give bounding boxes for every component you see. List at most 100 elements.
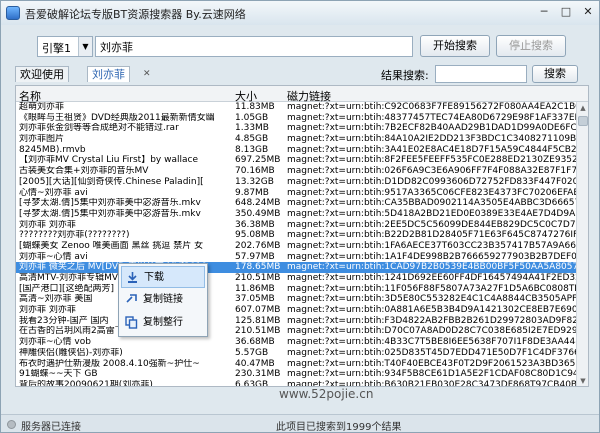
row-magnet-cell: magnet:?xt=urn:btih:F3D4822AB2FBB2B261D2… [287,315,576,326]
table-row[interactable]: 布衣时遇护仕新漫版 2008.4.10强新~护仕~ 40.47MB magnet:?… [16,359,576,370]
table-row[interactable]: 古装美女合集+刘亦菲的音乐MV 70.16MB magnet:?xt=urn:bti… [16,166,576,177]
row-magnet-cell: magnet:?xt=urn:btih:T40F40EBCE43F0T2D9F2… [287,358,576,369]
table-row[interactable]: 高清MTV-刘亦菲专辑MV 210.51MB magnet:?xt=urn:btih… [16,273,576,284]
row-magnet-cell: magnet:?xt=urn:btih:D70C07A8AD0D28C7C038… [287,326,576,337]
row-magnet-cell: magnet:?xt=urn:btih:8F2FEE5FEEFF535FC0E2… [287,155,576,166]
row-magnet-cell: magnet:?xt=urn:btih:B22D2B81D28405F71E63… [287,230,576,241]
tab-welcome[interactable]: 欢迎使用 [15,66,69,82]
row-size-cell: 8.13GB [235,144,269,155]
menu-item-copy-link[interactable]: 复制链接 [121,289,205,311]
context-menu: 下载 复制链接 复制整行 [118,263,208,337]
table-row[interactable]: [蝴蝶美女 Zenoo 唯美画面 黑丝 挑逗 禁片 女 202.76MB magne… [16,241,576,252]
vertical-scrollbar[interactable]: ▲ ▼ [576,102,588,386]
row-name-cell: 刘亦菲~心情 vob [19,337,91,348]
row-name-cell: 心情~刘亦菲 avi [19,187,88,198]
row-magnet-cell: magnet:?xt=urn:btih:9517A3365C06CFE823E4… [287,187,576,198]
window-title: 吾爱破解论坛专版BT资源搜索器 By.云速网络 [25,8,246,21]
row-name-cell: 超萌刘亦菲 [19,102,65,112]
table-row[interactable]: 我看23分钟-国产 国内 125.81MB magnet:?xt=urn:btih:… [16,316,576,327]
table-row[interactable]: 高清~刘亦菲 美国 37.05MB magnet:?xt=urn:btih:3D5E… [16,294,576,305]
title-bar: 吾爱破解论坛专版BT资源搜索器 By.云速网络 ─ □ ✕ [1,1,599,25]
row-name-cell: 布衣时遇护仕新漫版 2008.4.10强新~护仕~ [19,358,200,369]
scroll-down-icon[interactable]: ▼ [577,375,588,386]
row-magnet-cell: magnet:?xt=urn:btih:1241D692EE60FF4DF164… [287,273,576,283]
scrollbar-thumb[interactable] [578,116,588,126]
row-size-cell: 6.63GB [235,379,269,387]
row-size-cell: 648.24MB [235,198,281,209]
engine-select[interactable]: 引擎1 ▼ [37,36,93,57]
row-magnet-cell: magnet:?xt=urn:btih:934F5B8CE61D1A5E2F1C… [287,369,576,380]
row-size-cell: 11.83MB [235,102,275,112]
app-window: 吾爱破解论坛专版BT资源搜索器 By.云速网络 ─ □ ✕ 引擎1 ▼ 开始搜索… [0,0,600,433]
row-magnet-cell: magnet:?xt=urn:btih:C92C0683F7FE89156272… [287,102,576,112]
row-size-cell: 70.16MB [235,166,275,177]
row-name-cell: [蝴蝶美女 Zenoo 唯美画面 黑丝 挑逗 禁片 女 [19,240,204,251]
row-name-cell: 背后的故事20090621期(刘亦菲) [19,379,153,387]
table-row[interactable]: 刘亦菲张金剑等等合成绝对不能错过.rar 1.33MB magnet:?xt=urn… [16,123,576,134]
row-magnet-cell: magnet:?xt=urn:btih:B630B21EB030E28C3473… [287,379,576,387]
row-name-cell: 刘亦菲张金剑等等合成绝对不能错过.rar [19,123,179,134]
results-search-button[interactable]: 搜索 [532,65,578,83]
table-row[interactable]: 《眼眸与王祖贤》DVD经典版2011最新新倩女幽 1.05GB magnet:?xt… [16,113,576,124]
row-size-cell: 9.87MB [235,187,269,198]
menu-item-download[interactable]: 下载 [121,266,205,288]
start-search-button[interactable]: 开始搜索 [420,35,490,57]
row-magnet-cell: magnet:?xt=urn:btih:1FA6AECE37T603CC23B3… [287,240,576,251]
tab-close-icon[interactable]: ✕ [143,69,151,79]
row-size-cell: 1.33MB [235,123,269,134]
table-row[interactable]: 心情~刘亦菲 avi 9.87MB magnet:?xt=urn:btih:9517… [16,188,576,199]
row-magnet-cell: magnet:?xt=urn:btih:84A10A2IE2DD213F3BDC… [287,134,576,145]
row-name-cell: [寻梦太湖.倩]5集中刘亦菲美中宓游音乐.mkv [19,198,201,209]
chevron-down-icon[interactable]: ▼ [78,37,92,56]
maximize-button[interactable]: □ [555,4,577,21]
keyword-input[interactable] [96,37,412,56]
row-magnet-cell: magnet:?xt=urn:btih:CA35BBAD0902114A3505… [287,198,576,209]
row-name-cell: 刘亦菲图片 [19,134,65,145]
copy-icon [125,316,138,329]
table-row[interactable]: 刘亦菲 刘亦菲 36.38MB magnet:?xt=urn:btih:2EE5DC… [16,220,576,231]
table-row[interactable]: 刘亦菲 微笑之后 MV[DVD 无损分享 MV]2010 178.65MB magn… [16,262,576,273]
row-name-cell: [寻梦太湖.倩]5集中刘亦菲美中宓游音乐.mkv [19,208,201,219]
download-icon [128,272,137,283]
row-size-cell: 125.81MB [235,315,281,326]
table-row[interactable]: 神雕侠侣(雕侠侣)-刘亦菲) 5.57GB magnet:?xt=urn:btih:… [16,348,576,359]
table-row[interactable]: 刘亦菲图片 4.85GB magnet:?xt=urn:btih:84A10A2IE… [16,134,576,145]
table-row[interactable]: [国产港口][这绝配两芳] 11.86MB magnet:?xt=urn:btih:… [16,284,576,295]
connection-status-text: 服务器已连接 [21,422,81,433]
minimize-button[interactable]: ─ [533,4,555,21]
table-row[interactable]: [寻梦太湖.倩]5集中刘亦菲美中宓游音乐.mkv 648.24MB magnet:?… [16,198,576,209]
row-size-cell: 13.32GB [235,176,274,187]
table-header: 名称 大小 磁力链接 [16,86,588,103]
row-size-cell: 4.85GB [235,134,269,145]
row-name-cell: 【刘亦菲MV Crystal Liu First】by wallace [19,155,198,166]
row-magnet-cell: magnet:?xt=urn:btih:026F6A9C3E6A906FF7F4… [287,166,576,177]
table-row[interactable]: 背后的故事20090621期(刘亦菲) 6.63GB magnet:?xt=urn:… [16,379,576,387]
table-row[interactable]: 91蝴蝶~~天下 GB 230.31MB magnet:?xt=urn:btih:9… [16,369,576,380]
table-row[interactable]: [2005][大话][仙剑奇侠传.Chinese Paladin][ 13.32G… [16,177,576,188]
scroll-up-icon[interactable]: ▲ [577,102,588,114]
keyword-field[interactable] [95,36,413,57]
tab-keyword[interactable]: 刘亦菲 [87,66,130,82]
row-magnet-cell: magnet:?xt=urn:btih:0A881A6E5B3B4D9A1421… [287,305,576,316]
results-table: 名称 大小 磁力链接 超萌刘亦菲 11.83MB magnet:?xt=urn:bt… [15,85,589,387]
table-row[interactable]: 刘亦菲~心情 vob 36.68MB magnet:?xt=urn:btih:4B3… [16,337,576,348]
menu-item-label: 复制整行 [143,317,183,328]
table-row[interactable]: [寻梦太湖.倩]5集中刘亦菲美中宓游音乐.mkv 350.49MB magnet:?… [16,209,576,220]
close-button[interactable]: ✕ [577,4,599,21]
row-size-cell: 607.07MB [235,305,281,316]
table-row[interactable]: 超萌刘亦菲 11.83MB magnet:?xt=urn:btih:C92C0683… [16,102,576,113]
stop-search-button[interactable]: 停止搜索 [496,35,566,57]
table-row[interactable]: 刘亦菲 刘亦菲 607.07MB magnet:?xt=urn:btih:0A881… [16,305,576,316]
menu-item-copy-row[interactable]: 复制整行 [121,312,205,334]
row-magnet-cell: magnet:?xt=urn:btih:2EE5DC5C56099DE844EB… [287,219,576,230]
row-size-cell: 40.47MB [235,358,275,369]
table-row[interactable]: 在古香的吕玥风雨2高雷下载高清完整版.rar 210.51MB magnet:?xt… [16,326,576,337]
results-filter-label: 结果搜索: [381,69,429,82]
table-row[interactable]: 8245MB).rmvb 8.13GB magnet:?xt=urn:btih:3A… [16,145,576,156]
results-filter-input[interactable] [435,65,527,83]
table-row[interactable]: ????????刘亦菲(????????) 95.08MB magnet:?xt=u… [16,230,576,241]
row-name-cell: [2005][大话][仙剑奇侠传.Chinese Paladin][ [19,176,204,187]
table-body: 超萌刘亦菲 11.83MB magnet:?xt=urn:btih:C92C0683… [16,102,576,387]
table-row[interactable]: 刘亦菲~心情 avi 57.97MB magnet:?xt=urn:btih:1A1… [16,252,576,263]
table-row[interactable]: 【刘亦菲MV Crystal Liu First】by wallace 697.2… [16,155,576,166]
